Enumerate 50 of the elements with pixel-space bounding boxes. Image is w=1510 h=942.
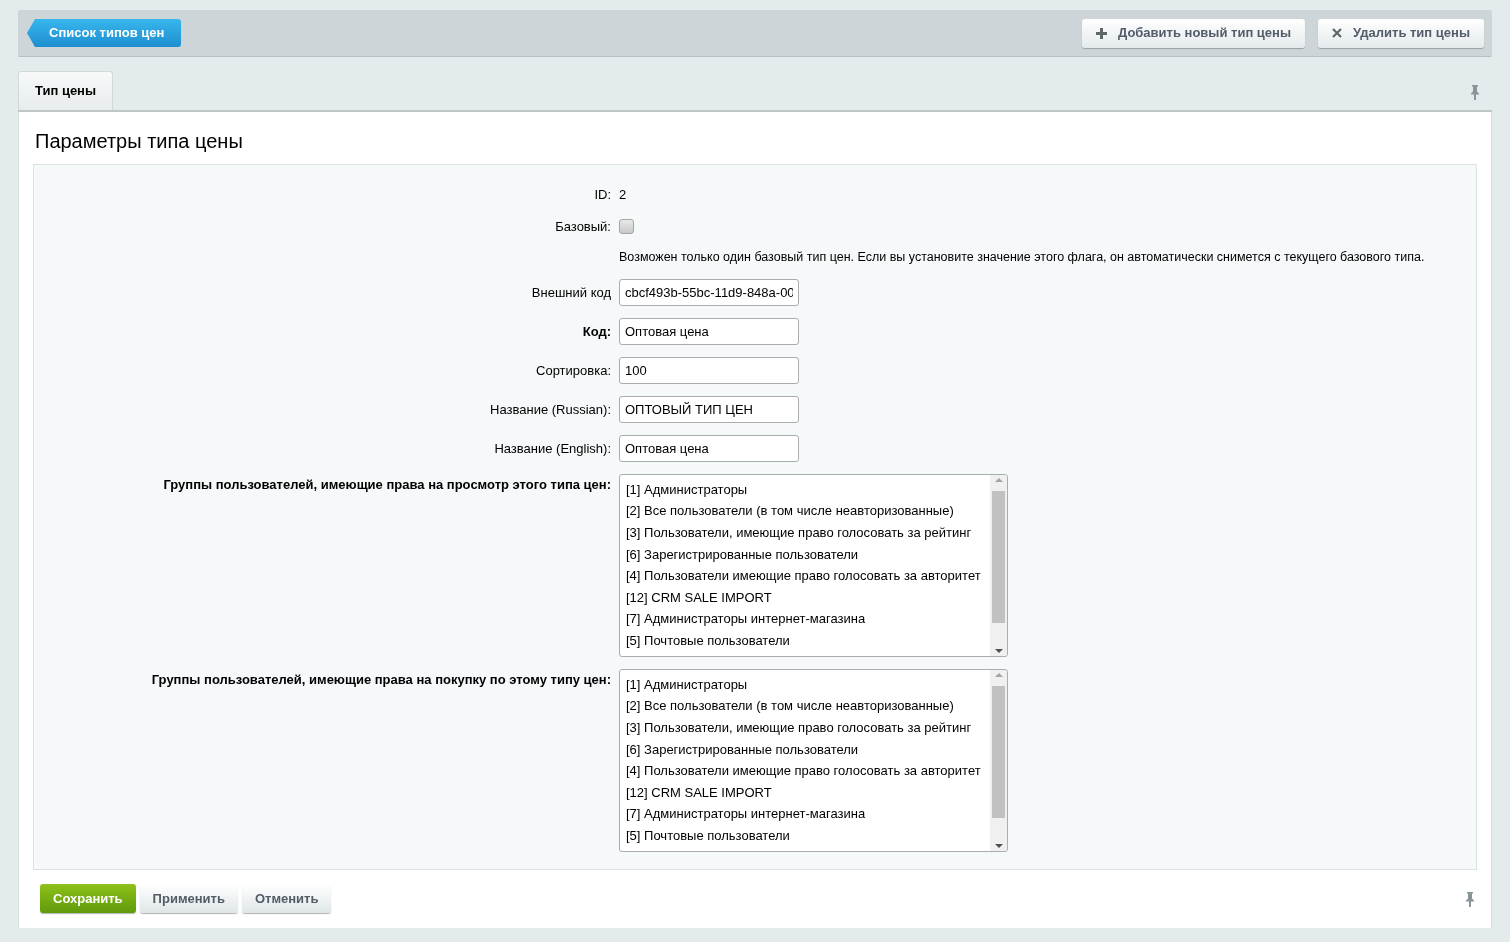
field-label: ID:	[593, 186, 611, 204]
scroll-down-icon[interactable]	[994, 842, 1003, 849]
list-option[interactable]: [5] Почтовые пользователи	[626, 824, 990, 847]
input-field[interactable]: Оптовая цена	[619, 434, 799, 462]
close-icon	[1332, 28, 1343, 38]
list-option[interactable]: [12] CRM SALE IMPORT	[626, 586, 990, 609]
pin-icon[interactable]	[1470, 84, 1480, 100]
scroll-up-icon[interactable]	[994, 476, 1003, 483]
list-option[interactable]: [12] CRM SALE IMPORT	[626, 781, 990, 804]
plus-icon	[1095, 27, 1107, 39]
form-button[interactable]: Применить	[139, 884, 238, 913]
list-option[interactable]: [4] Пользователи имеющие право голосовать за авторитет	[626, 760, 990, 782]
add-button[interactable]: Добавить новый тип цены	[1081, 18, 1306, 48]
field-label: Код:	[581, 322, 611, 341]
list-option[interactable]: [1] Администраторы	[626, 478, 990, 501]
scrollbar[interactable]	[990, 474, 1007, 656]
pin-icon[interactable]	[1465, 890, 1475, 907]
list-option[interactable]: [3] Пользователи, имеющие право голосовать за рейтинг	[626, 716, 990, 739]
field-label: Группы пользователей, имеющие права на просмотр этого типа цен:	[162, 475, 611, 494]
delete-button[interactable]: Удалить тип цены	[1318, 18, 1484, 48]
field-label: Базовый:	[554, 217, 611, 236]
input-field[interactable]: Оптовая цена	[619, 317, 799, 345]
list-box[interactable]	[619, 668, 1008, 852]
tab[interactable]: Тип цены	[18, 71, 114, 110]
field-label: Название (English):	[493, 439, 611, 458]
list-option[interactable]: [1] Администраторы	[626, 673, 990, 696]
scroll-up-icon[interactable]	[994, 671, 1003, 678]
field-label: Название (Russian):	[489, 400, 611, 419]
scrollbar[interactable]	[990, 669, 1007, 851]
list-option[interactable]: [7] Администраторы интернет-магазина	[626, 608, 990, 630]
list-option[interactable]: [7] Администраторы интернет-магазина	[626, 803, 990, 825]
list-option[interactable]: [3] Пользователи, имеющие право голосовать за рейтинг	[626, 521, 990, 544]
list-option[interactable]: [6] Зарегистрированные пользователи	[626, 738, 990, 761]
field-label: Группы пользователей, имеющие права на покупку по этому типу цен:	[150, 670, 611, 689]
list-box[interactable]	[619, 473, 1008, 657]
scroll-down-icon[interactable]	[994, 647, 1003, 654]
checkbox[interactable]	[619, 218, 634, 234]
list-option[interactable]: [2] Все пользователи (в том числе неавторизованные)	[626, 695, 990, 717]
section-title: Параметры типа цены	[34, 129, 244, 154]
input-field[interactable]: ОПТОВЫЙ ТИП ЦЕН	[619, 395, 799, 423]
list-option[interactable]: [2] Все пользователи (в том числе неавторизованные)	[626, 500, 990, 522]
field-label: Внешний код	[530, 283, 611, 302]
list-option[interactable]: [5] Почтовые пользователи	[626, 629, 990, 652]
list-option[interactable]: [4] Пользователи имеющие право голосовать за авторитет	[626, 565, 990, 587]
field-label: Сортировка:	[535, 361, 611, 380]
form-button[interactable]: Отменить	[241, 884, 332, 913]
list-option[interactable]: [6] Зарегистрированные пользователи	[626, 543, 990, 566]
hint-text: Возможен только один базовый тип цен. Если вы установите значение этого флага, он автоматически снимется с текущего базового типа.	[619, 249, 1425, 266]
input-field[interactable]: 100	[619, 356, 799, 384]
field-value: 2	[619, 186, 627, 204]
